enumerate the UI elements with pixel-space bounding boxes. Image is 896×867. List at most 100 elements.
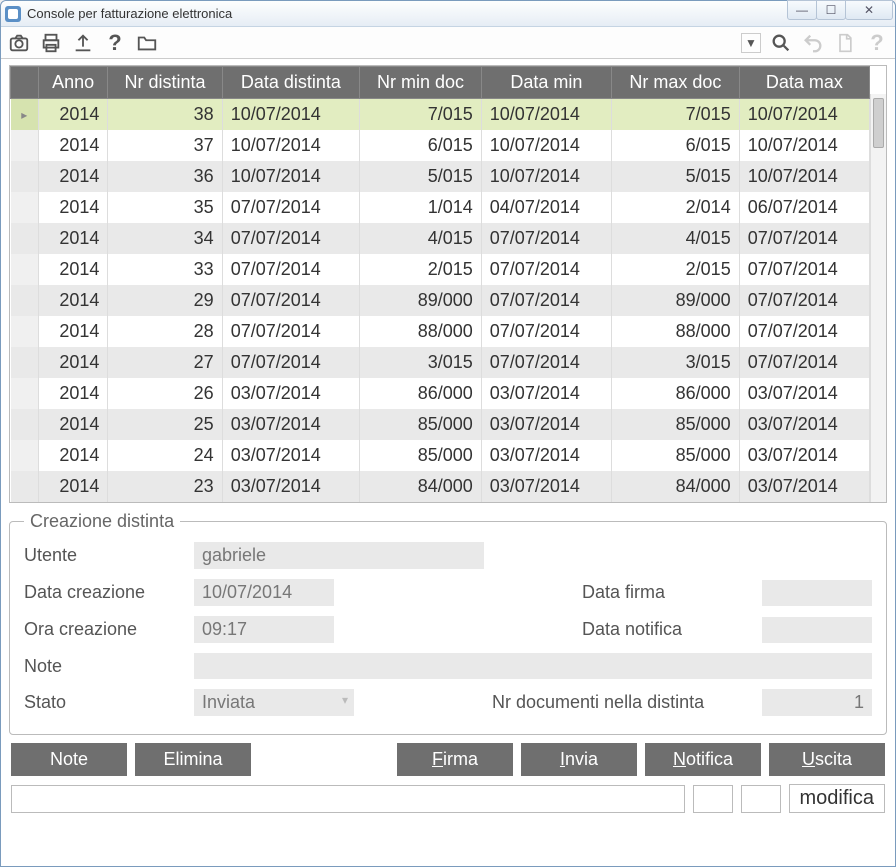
table-row[interactable]: 20142907/07/201489/00007/07/201489/00007… [11, 285, 870, 316]
table-cell[interactable]: 2/015 [612, 254, 740, 285]
table-cell[interactable] [11, 347, 39, 378]
table-cell[interactable]: 6/015 [360, 130, 482, 161]
table-cell[interactable] [11, 471, 39, 502]
table-cell[interactable]: 85/000 [612, 440, 740, 471]
table-cell[interactable]: 5/015 [612, 161, 740, 192]
table-cell[interactable]: 03/07/2014 [739, 471, 869, 502]
table-row[interactable]: 20142403/07/201485/00003/07/201485/00003… [11, 440, 870, 471]
field-note[interactable] [194, 653, 872, 679]
status-input-1[interactable] [693, 785, 733, 813]
table-cell[interactable]: 86/000 [612, 378, 740, 409]
table-cell[interactable]: 84/000 [612, 471, 740, 502]
table-row[interactable]: 20142303/07/201484/00003/07/201484/00003… [11, 471, 870, 502]
table-cell[interactable]: 03/07/2014 [481, 378, 611, 409]
notifica-button[interactable]: Notifica [645, 743, 761, 776]
table-cell[interactable]: 07/07/2014 [222, 192, 359, 223]
table-cell[interactable]: 10/07/2014 [481, 161, 611, 192]
table-cell[interactable]: 10/07/2014 [222, 130, 359, 161]
table-cell[interactable]: 38 [108, 99, 222, 131]
table-cell[interactable]: 6/015 [612, 130, 740, 161]
table-cell[interactable]: 2014 [39, 440, 108, 471]
data-grid[interactable]: Anno Nr distinta Data distinta Nr min do… [9, 65, 887, 503]
status-input-main[interactable] [11, 785, 685, 813]
table-cell[interactable]: 07/07/2014 [222, 316, 359, 347]
col-data-max[interactable]: Data max [739, 67, 869, 99]
close-button[interactable]: ✕ [845, 0, 893, 20]
table-cell[interactable]: 3/015 [360, 347, 482, 378]
invia-button[interactable]: Invia [521, 743, 637, 776]
table-cell[interactable]: 1/014 [360, 192, 482, 223]
table-cell[interactable]: 03/07/2014 [481, 471, 611, 502]
table-cell[interactable]: 29 [108, 285, 222, 316]
table-cell[interactable]: 2014 [39, 285, 108, 316]
uscita-button[interactable]: Uscita [769, 743, 885, 776]
table-cell[interactable]: 07/07/2014 [481, 347, 611, 378]
table-cell[interactable]: 23 [108, 471, 222, 502]
table-cell[interactable] [11, 378, 39, 409]
table-cell[interactable]: 27 [108, 347, 222, 378]
table-cell[interactable]: 2014 [39, 471, 108, 502]
help-icon[interactable]: ? [103, 31, 127, 55]
folder-icon[interactable] [135, 31, 159, 55]
table-cell[interactable]: 5/015 [360, 161, 482, 192]
table-cell[interactable]: 2014 [39, 316, 108, 347]
table-cell[interactable]: 07/07/2014 [739, 254, 869, 285]
table-cell[interactable]: 03/07/2014 [739, 409, 869, 440]
table-cell[interactable]: 03/07/2014 [222, 440, 359, 471]
status-input-2[interactable] [741, 785, 781, 813]
table-cell[interactable]: 89/000 [612, 285, 740, 316]
table-cell[interactable]: 84/000 [360, 471, 482, 502]
table-cell[interactable]: 86/000 [360, 378, 482, 409]
scrollbar-thumb[interactable] [873, 98, 884, 148]
table-cell[interactable]: 04/07/2014 [481, 192, 611, 223]
table-cell[interactable]: 03/07/2014 [739, 440, 869, 471]
table-cell[interactable]: 24 [108, 440, 222, 471]
table-cell[interactable]: 07/07/2014 [222, 347, 359, 378]
dropdown-icon[interactable]: ▼ [741, 33, 761, 53]
upload-icon[interactable] [71, 31, 95, 55]
table-cell[interactable]: 34 [108, 223, 222, 254]
table-row[interactable]: 20142603/07/201486/00003/07/201486/00003… [11, 378, 870, 409]
table-cell[interactable]: 36 [108, 161, 222, 192]
search-icon[interactable] [769, 31, 793, 55]
table-cell[interactable]: 07/07/2014 [481, 254, 611, 285]
col-anno[interactable]: Anno [39, 67, 108, 99]
table-cell[interactable]: 7/015 [360, 99, 482, 131]
table-cell[interactable]: 2014 [39, 161, 108, 192]
table-cell[interactable]: 2014 [39, 254, 108, 285]
table-cell[interactable]: ▸ [11, 99, 39, 131]
table-row[interactable]: 20143610/07/20145/01510/07/20145/01510/0… [11, 161, 870, 192]
table-cell[interactable]: 07/07/2014 [481, 285, 611, 316]
undo-icon[interactable] [801, 31, 825, 55]
table-cell[interactable]: 03/07/2014 [481, 409, 611, 440]
table-row[interactable]: 20143710/07/20146/01510/07/20146/01510/0… [11, 130, 870, 161]
table-cell[interactable]: 07/07/2014 [739, 285, 869, 316]
table-cell[interactable]: 85/000 [360, 440, 482, 471]
table-cell[interactable]: 10/07/2014 [739, 161, 869, 192]
col-data-min[interactable]: Data min [481, 67, 611, 99]
table-cell[interactable]: 07/07/2014 [222, 223, 359, 254]
table-cell[interactable]: 07/07/2014 [222, 254, 359, 285]
print-icon[interactable] [39, 31, 63, 55]
table-cell[interactable]: 25 [108, 409, 222, 440]
table-cell[interactable]: 88/000 [612, 316, 740, 347]
table-cell[interactable]: 10/07/2014 [222, 99, 359, 131]
table-cell[interactable]: 07/07/2014 [481, 223, 611, 254]
table-cell[interactable]: 2014 [39, 223, 108, 254]
table-cell[interactable]: 88/000 [360, 316, 482, 347]
table-cell[interactable]: 2014 [39, 378, 108, 409]
table-cell[interactable]: 07/07/2014 [739, 316, 869, 347]
table-cell[interactable]: 2014 [39, 192, 108, 223]
table-cell[interactable]: 06/07/2014 [739, 192, 869, 223]
field-stato-dropdown[interactable]: Inviata [194, 689, 354, 716]
table-cell[interactable]: 28 [108, 316, 222, 347]
vertical-scrollbar[interactable] [870, 94, 886, 502]
table-row[interactable]: 20143307/07/20142/01507/07/20142/01507/0… [11, 254, 870, 285]
table-cell[interactable]: 03/07/2014 [739, 378, 869, 409]
table-cell[interactable]: 07/07/2014 [739, 223, 869, 254]
table-cell[interactable]: 3/015 [612, 347, 740, 378]
table-cell[interactable]: 4/015 [360, 223, 482, 254]
table-cell[interactable]: 4/015 [612, 223, 740, 254]
table-row[interactable]: ▸20143810/07/20147/01510/07/20147/01510/… [11, 99, 870, 131]
firma-button[interactable]: Firma [397, 743, 513, 776]
